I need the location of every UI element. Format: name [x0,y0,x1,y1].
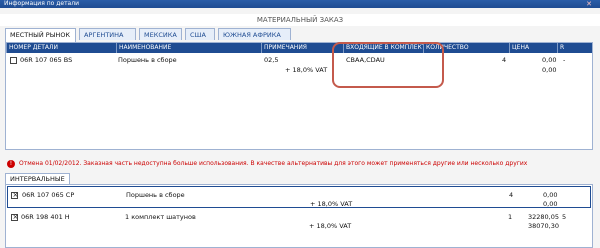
close-icon[interactable]: ✕ [586,0,592,8]
window-titlebar: Информация по детали ✕ [0,0,600,8]
part-name: Поршень в сборе [118,56,177,64]
col-notes[interactable]: ПРИМЕЧАНИЯ [261,43,343,53]
tab-argentina[interactable]: АРГЕНТИНА [79,28,136,40]
quantity: 4 [509,191,514,199]
price-1: 0,00 [542,56,557,64]
page-subheader: МАТЕРИАЛЬНЫЙ ЗАКАЗ [0,14,600,26]
table-row[interactable]: 06R 107 065 CP Поршень в сборе + 18,0% V… [7,186,591,208]
part-number: 06R 107 065 BS [20,56,73,64]
row-checkbox[interactable] [11,191,18,199]
r-value: - [563,56,566,64]
part-number: 06R 198 401 H [21,213,70,221]
col-part-number[interactable]: НОМЕР ДЕТАЛИ [6,43,116,53]
parts-table-panel: НОМЕР ДЕТАЛИ НАИМЕНОВАНИЕ ПРИМЕЧАНИЯ ВХО… [5,42,593,150]
warning-icon: ! [7,160,15,168]
row-checkbox[interactable] [11,213,18,221]
window-title: Информация по детали [4,0,79,7]
tab-local-market[interactable]: МЕСТНЫЙ РЫНОК [5,28,76,42]
price-2: 0,00 [543,200,558,208]
vat-text: + 18,0% VAT [310,200,353,208]
vat-text: + 18,0% VAT [309,222,352,230]
interval-table: 06R 107 065 CP Поршень в сборе + 18,0% V… [5,184,593,248]
tab-interval[interactable]: ИНТЕРВАЛЬНЫЕ [5,173,70,184]
part-note: 02,5 [264,56,279,64]
price-2: 38070,30 [528,222,560,230]
discontinued-notice: ! Отмена 01/02/2012. Заказная часть недо… [5,158,593,170]
price-1: 0,00 [543,191,558,199]
table-header: НОМЕР ДЕТАЛИ НАИМЕНОВАНИЕ ПРИМЕЧАНИЯ ВХО… [6,43,592,53]
tab-mexico[interactable]: МЕКСИКА [139,28,182,40]
part-number: 06R 107 065 CP [22,191,75,199]
highlight-annotation [332,42,444,88]
col-name[interactable]: НАИМЕНОВАНИЕ [116,43,261,53]
table-row[interactable]: 06R 198 401 H 1 комплект шатунов + 18,0%… [7,209,591,231]
quantity: 4 [502,56,507,64]
price-1: 32280,05 [528,213,560,221]
r-value: 5 [562,213,567,221]
tab-south-africa[interactable]: ЮЖНАЯ АФРИКА [218,28,291,40]
tab-usa[interactable]: США [185,28,215,40]
notice-text: Отмена 01/02/2012. Заказная часть недост… [19,160,528,167]
col-r[interactable]: R [557,43,594,53]
part-name: 1 комплект шатунов [125,213,196,221]
vat-text: + 18,0% VAT [285,66,328,74]
main-area: МАТЕРИАЛЬНЫЙ ЗАКАЗ МЕСТНЫЙ РЫНОК АРГЕНТИ… [0,8,600,248]
quantity: 1 [508,213,513,221]
row-checkbox[interactable] [10,57,17,64]
col-price[interactable]: ЦЕНА [509,43,557,53]
price-2: 0,00 [542,66,557,74]
part-name: Поршень в сборе [126,191,185,199]
